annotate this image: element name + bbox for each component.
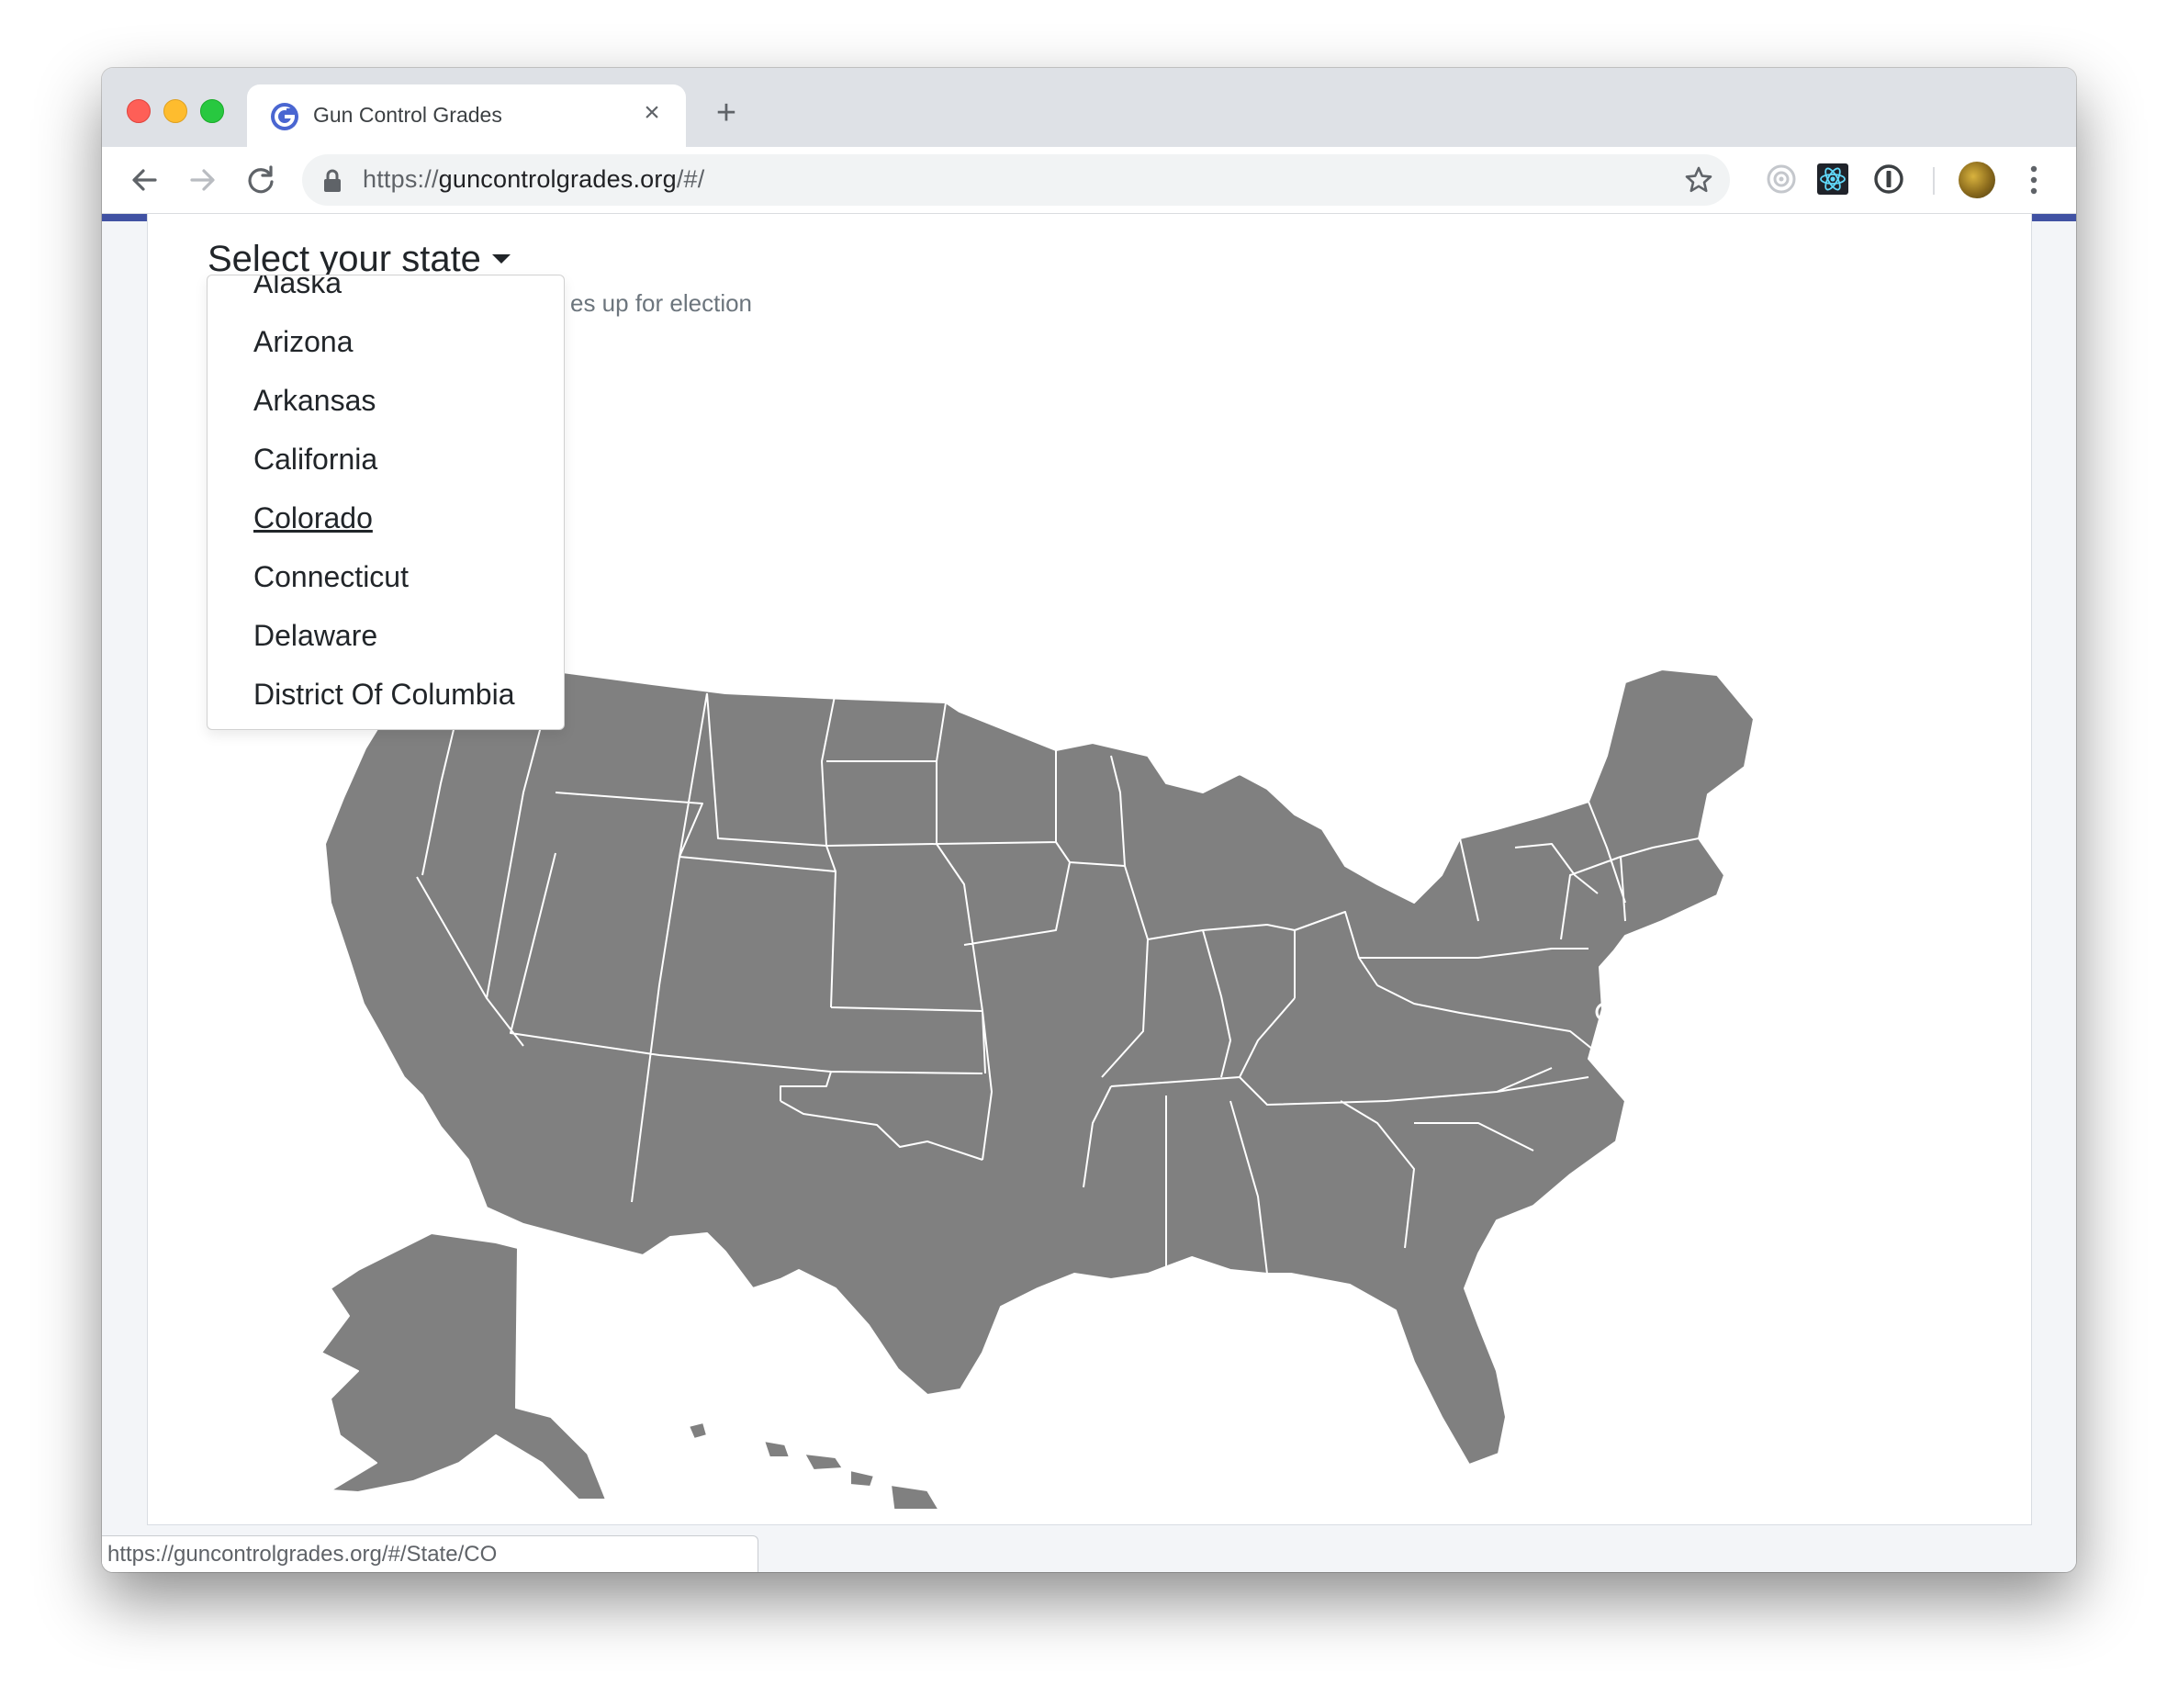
dropdown-item-connecticut[interactable]: Connecticut [253, 547, 409, 606]
tab-title: Gun Control Grades [313, 103, 502, 127]
page-viewport: Select your state es up for election Ala… [102, 214, 2076, 1572]
password-manager-icon[interactable] [1871, 162, 1906, 197]
close-tab-icon[interactable]: × [636, 97, 668, 129]
page-title: Select your state [208, 239, 481, 279]
url-path: /#/ [676, 165, 705, 193]
new-tab-button[interactable]: + [708, 96, 745, 132]
contiguous-us-shape [324, 663, 1755, 1466]
tab-gun-control-grades[interactable]: Gun Control Grades × [247, 84, 686, 149]
zoom-window-button[interactable] [200, 99, 224, 123]
hawaii-island-3 [803, 1453, 844, 1471]
lock-icon [324, 169, 341, 192]
status-url: https://guncontrolgrades.org/#/State/CO [107, 1542, 498, 1567]
hawaii-big-island [890, 1484, 940, 1509]
dropdown-item-arizona[interactable]: Arizona [253, 312, 354, 371]
toolbar-separator [1933, 167, 1935, 195]
url-scheme: https:// [363, 165, 439, 193]
link-status-bar: https://guncontrolgrades.org/#/State/CO [102, 1535, 758, 1572]
bookmark-star-icon[interactable] [1684, 165, 1713, 195]
close-window-button[interactable] [127, 99, 151, 123]
browser-window: Gun Control Grades × + https://guncontro… [102, 68, 2076, 1572]
profile-avatar[interactable] [1959, 162, 1995, 198]
dropdown-item-delaware[interactable]: Delaware [253, 606, 377, 665]
extension-target-icon[interactable] [1764, 162, 1799, 197]
forward-arrow-icon[interactable] [185, 162, 221, 198]
reload-icon[interactable] [242, 162, 279, 198]
hawaii-island-2 [763, 1440, 791, 1458]
url-host: guncontrolgrades.org [438, 165, 677, 193]
alaska-shape [320, 1232, 607, 1500]
minimize-window-button[interactable] [163, 99, 187, 123]
dropdown-item-alaska[interactable]: Alaska [253, 275, 342, 312]
hawaii-island-1 [688, 1421, 708, 1440]
more-menu-icon[interactable] [2025, 163, 2043, 197]
url-text: https://guncontrolgrades.org/#/ [363, 165, 704, 194]
dropdown-item-arkansas[interactable]: Arkansas [253, 371, 376, 430]
dropdown-item-district-of-columbia[interactable]: District Of Columbia [253, 665, 515, 724]
content-card: Select your state es up for election Ala… [147, 214, 2032, 1525]
caret-down-icon [491, 254, 511, 264]
state-dropdown-menu: Alaska Arizona Arkansas California Color… [207, 275, 565, 730]
hawaii-island-4 [849, 1469, 875, 1488]
back-arrow-icon[interactable] [126, 162, 163, 198]
site-favicon-icon [271, 103, 298, 130]
dropdown-item-california[interactable]: California [253, 430, 377, 489]
browser-toolbar: https://guncontrolgrades.org/#/ [102, 147, 2076, 214]
address-bar[interactable]: https://guncontrolgrades.org/#/ [302, 154, 1730, 206]
dropdown-item-colorado[interactable]: Colorado [253, 489, 373, 547]
react-devtools-icon[interactable] [1815, 162, 1850, 197]
tab-strip: Gun Control Grades × + [102, 68, 2076, 149]
page-subtitle: es up for election [570, 289, 753, 317]
